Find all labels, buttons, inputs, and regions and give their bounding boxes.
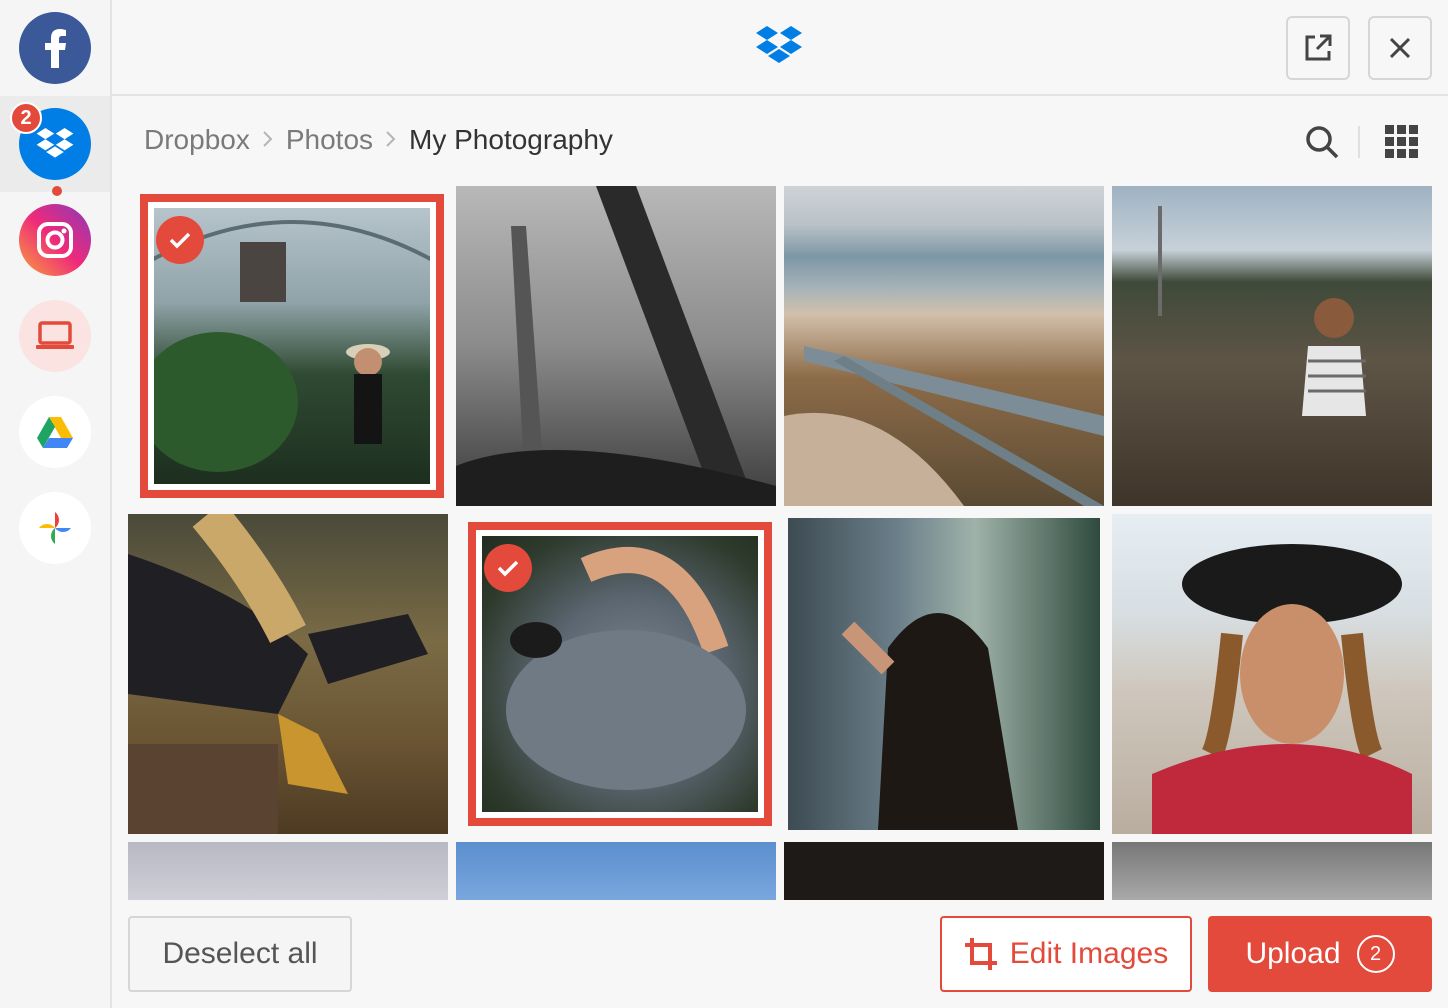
picker-header bbox=[112, 0, 1448, 96]
breadcrumb-separator bbox=[262, 125, 274, 156]
deselect-all-button[interactable]: Deselect all bbox=[128, 916, 352, 992]
instagram-icon bbox=[19, 204, 91, 276]
photo-sky-pale[interactable] bbox=[128, 842, 448, 900]
source-google-photos[interactable] bbox=[0, 480, 110, 576]
toolbar-divider bbox=[1358, 126, 1360, 158]
breadcrumb-separator bbox=[385, 125, 397, 156]
photo-sitting-boots[interactable] bbox=[128, 514, 448, 834]
source-facebook[interactable] bbox=[0, 0, 110, 96]
source-instagram[interactable] bbox=[0, 192, 110, 288]
photo-field-woman[interactable] bbox=[1112, 186, 1432, 506]
upload-label: Upload bbox=[1245, 937, 1341, 970]
breadcrumb-item-photos[interactable]: Photos bbox=[286, 124, 373, 156]
photo-woman-hat[interactable] bbox=[1112, 514, 1432, 834]
external-link-icon bbox=[1305, 34, 1332, 61]
search-button[interactable] bbox=[1302, 122, 1342, 162]
photo-dog-petting[interactable] bbox=[468, 522, 772, 826]
selected-check-icon bbox=[484, 544, 532, 592]
breadcrumb-item-dropbox[interactable]: Dropbox bbox=[144, 124, 250, 156]
google-photos-icon bbox=[19, 492, 91, 564]
image-picker-window: 2 Dropbox Photos My Photography Deselect… bbox=[0, 0, 1448, 1008]
close-icon bbox=[1389, 37, 1411, 59]
google-drive-icon bbox=[19, 396, 91, 468]
upload-button[interactable]: Upload 2 bbox=[1208, 916, 1432, 992]
breadcrumb-item-current: My Photography bbox=[409, 124, 613, 155]
dropbox-count-badge: 2 bbox=[10, 102, 42, 134]
photo-sky-blue[interactable] bbox=[456, 842, 776, 900]
photo-beach-fence[interactable] bbox=[784, 186, 1104, 506]
grid-view-button[interactable] bbox=[1382, 122, 1422, 162]
search-icon bbox=[1306, 126, 1339, 159]
close-button[interactable] bbox=[1368, 16, 1432, 80]
facebook-icon bbox=[19, 12, 91, 84]
grid-view-icon bbox=[1385, 125, 1418, 158]
laptop-icon bbox=[19, 300, 91, 372]
photo-dark[interactable] bbox=[784, 842, 1104, 900]
source-google-drive[interactable] bbox=[0, 384, 110, 480]
selected-check-icon bbox=[156, 216, 204, 264]
source-device[interactable] bbox=[0, 288, 110, 384]
picker-footer: Deselect all Edit Images Upload 2 bbox=[112, 900, 1448, 1008]
breadcrumb: Dropbox Photos My Photography bbox=[144, 118, 613, 162]
photo-grey-clouds[interactable] bbox=[1112, 842, 1432, 900]
popout-button[interactable] bbox=[1286, 16, 1350, 80]
photo-woman-back[interactable] bbox=[788, 518, 1100, 830]
dropbox-logo-icon bbox=[754, 24, 804, 68]
photo-foggy-forest[interactable] bbox=[456, 186, 776, 506]
edit-images-label: Edit Images bbox=[1009, 937, 1169, 970]
crop-icon bbox=[964, 938, 997, 970]
edit-images-button[interactable]: Edit Images bbox=[940, 916, 1192, 992]
photo-greenhouse-woman[interactable] bbox=[140, 194, 444, 498]
source-sidebar: 2 bbox=[0, 0, 112, 1008]
upload-count-badge: 2 bbox=[1356, 935, 1395, 973]
